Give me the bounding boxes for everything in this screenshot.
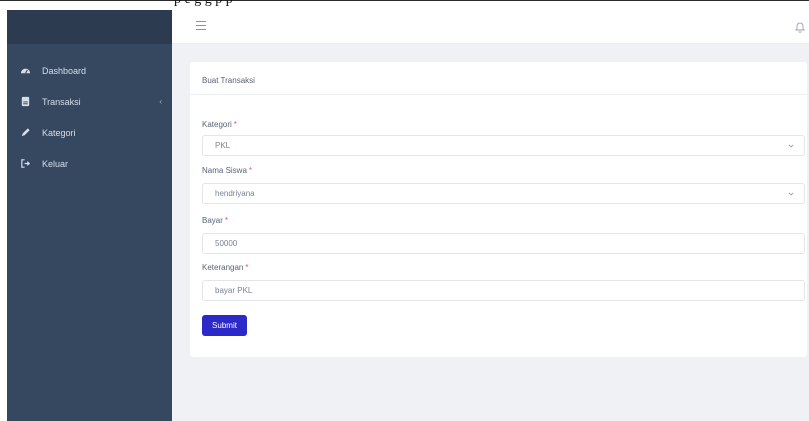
top-header	[172, 10, 809, 44]
kategori-label: Kategori *	[202, 120, 237, 129]
bell-icon[interactable]	[794, 20, 806, 33]
bayar-input[interactable]: 50000	[202, 233, 805, 254]
main-content: Buat Transaksi Kategori * PKL Nama Siswa *…	[172, 44, 809, 421]
dashboard-icon	[19, 65, 31, 77]
keterangan-value: bayar PKL	[215, 286, 253, 295]
document-icon	[19, 96, 31, 108]
sidebar-item-label: Dashboard	[42, 65, 87, 76]
chevron-left-icon: ‹	[159, 97, 162, 106]
sidebar-item-keluar[interactable]: Keluar	[7, 148, 172, 179]
sidebar: Dashboard Transaksi ‹ Kategori Keluar	[7, 10, 172, 421]
submit-button[interactable]: Submit	[202, 315, 247, 336]
hamburger-icon[interactable]	[196, 21, 208, 32]
clipped-top-text: p e g g p p	[174, 0, 233, 8]
card-divider	[190, 94, 807, 95]
nama-siswa-label: Nama Siswa *	[202, 166, 253, 175]
top-border-line	[0, 0, 809, 1]
transaction-form-card: Buat Transaksi Kategori * PKL Nama Siswa *…	[190, 62, 807, 357]
nama-siswa-select[interactable]: hendriyana	[202, 183, 805, 204]
sidebar-item-kategori[interactable]: Kategori	[7, 117, 172, 148]
sidebar-item-label: Transaksi	[42, 96, 81, 107]
keterangan-label: Keterangan *	[202, 263, 249, 272]
sign-out-icon	[19, 158, 31, 170]
sidebar-item-label: Kategori	[42, 127, 76, 138]
nama-siswa-value: hendriyana	[215, 189, 255, 198]
sidebar-nav: Dashboard Transaksi ‹ Kategori Keluar	[7, 55, 172, 179]
sidebar-item-transaksi[interactable]: Transaksi ‹	[7, 86, 172, 117]
keterangan-input[interactable]: bayar PKL	[202, 280, 805, 301]
card-title: Buat Transaksi	[202, 76, 255, 85]
bayar-value: 50000	[215, 239, 238, 248]
chevron-down-icon	[788, 144, 794, 148]
sidebar-brand	[7, 10, 172, 44]
sidebar-item-label: Keluar	[42, 158, 69, 169]
bayar-label: Bayar *	[202, 216, 229, 225]
pencil-icon	[19, 127, 31, 139]
kategori-value: PKL	[215, 141, 231, 150]
kategori-select[interactable]: PKL	[202, 135, 805, 156]
chevron-down-icon	[788, 192, 794, 196]
sidebar-item-dashboard[interactable]: Dashboard	[7, 55, 172, 86]
